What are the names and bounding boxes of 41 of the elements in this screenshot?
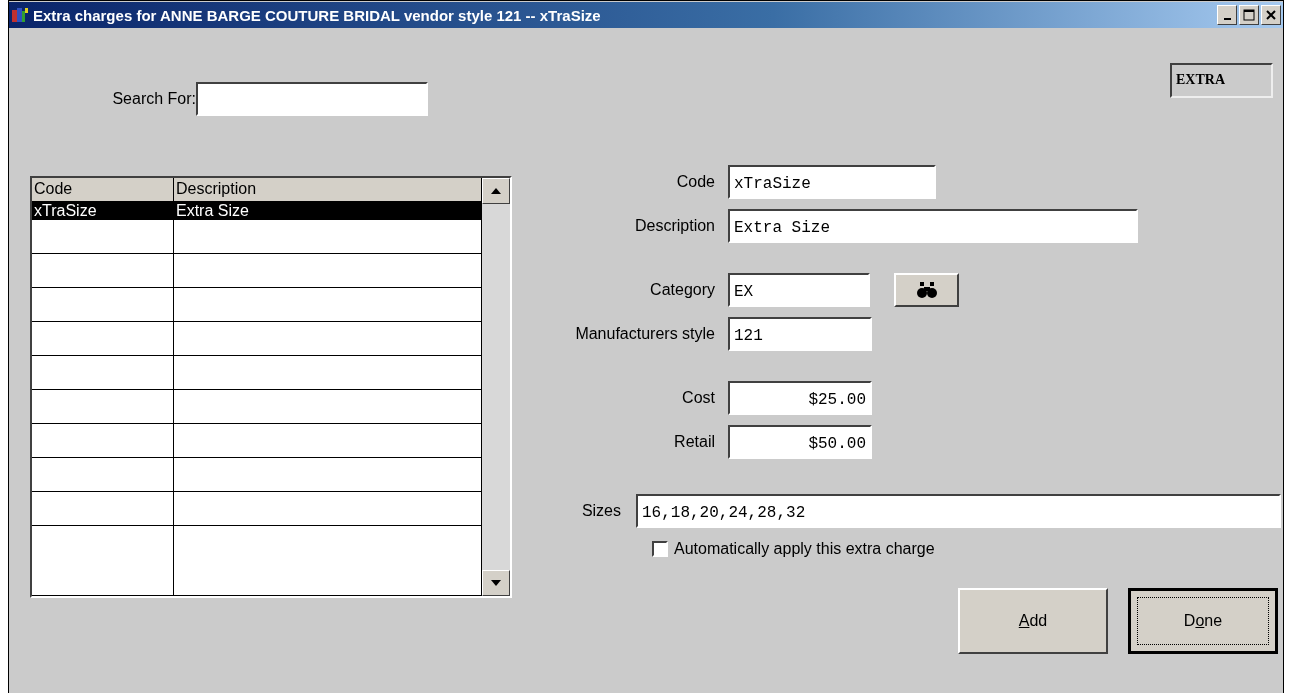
column-header[interactable]: Code <box>32 178 174 202</box>
input-field[interactable]: 121 <box>728 317 872 351</box>
checkbox[interactable] <box>652 541 668 557</box>
input-field[interactable]: xTraSize <box>728 165 936 199</box>
scroll-down-button[interactable] <box>482 570 510 596</box>
window-title: Extra charges for ANNE BARGE COUTURE BRIDAL vendor style 121 -- xTraSize <box>33 6 602 24</box>
scroll-up-button[interactable] <box>482 178 510 204</box>
field-label: Code <box>675 173 715 191</box>
input-field[interactable]: $25.00 <box>728 381 872 415</box>
input-field[interactable]: 16,18,20,24,28,32 <box>636 494 1281 528</box>
minimize-icon <box>1223 18 1231 20</box>
field-label: Description <box>633 217 715 235</box>
search-label: Search For: <box>111 90 196 108</box>
binoculars-icon <box>916 282 937 298</box>
minimize-button[interactable] <box>1217 5 1237 25</box>
field-label: Manufacturers style <box>574 325 715 343</box>
close-icon <box>1266 10 1276 20</box>
field-label: Cost <box>681 389 715 407</box>
app-icon <box>11 6 29 24</box>
column-header[interactable]: Description <box>174 178 482 202</box>
field-label: Retail <box>673 433 715 451</box>
scrollbar[interactable] <box>482 178 510 596</box>
dialog-button[interactable]: Done <box>1128 588 1278 654</box>
maximize-icon <box>1243 9 1255 21</box>
search-field[interactable] <box>196 82 428 116</box>
table-cell: xTraSize <box>32 202 174 220</box>
field-label: Category <box>649 281 715 299</box>
close-button[interactable] <box>1261 5 1281 25</box>
table-row[interactable]: xTraSize Extra Size <box>32 202 482 220</box>
table-cell: Extra Size <box>174 202 482 220</box>
input-field[interactable]: Extra Size <box>728 209 1138 243</box>
up-arrow-icon <box>491 188 501 194</box>
checkbox-label: Automatically apply this extra charge <box>674 540 935 558</box>
lookup-button[interactable] <box>894 273 959 307</box>
maximize-button[interactable] <box>1239 5 1259 25</box>
down-arrow-icon <box>491 580 501 586</box>
field-label: Sizes <box>580 502 621 520</box>
dialog-button[interactable]: Add <box>958 588 1108 654</box>
mode-indicator: EXTRA <box>1170 63 1273 98</box>
input-field[interactable]: $50.00 <box>728 425 872 459</box>
input-field[interactable]: EX <box>728 273 870 307</box>
